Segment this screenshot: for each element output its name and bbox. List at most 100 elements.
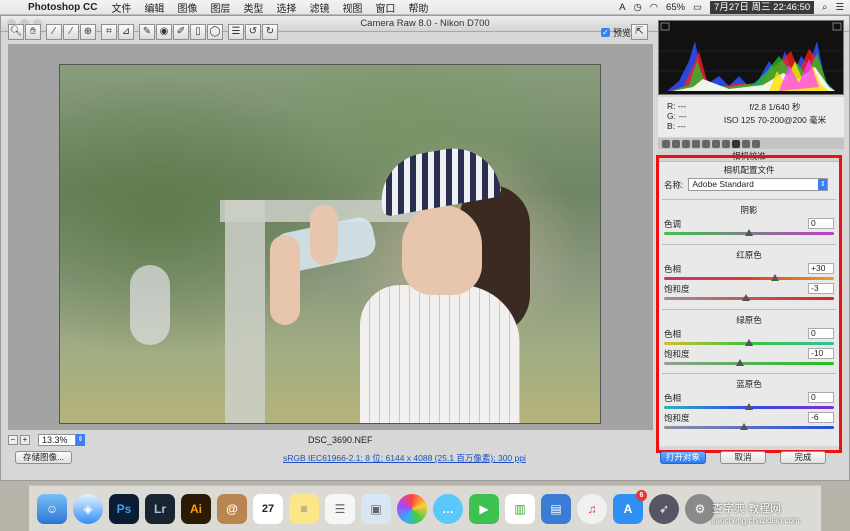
preview-canvas[interactable] bbox=[8, 44, 653, 430]
zoom-tool-icon[interactable]: 🔍︎ bbox=[8, 24, 24, 40]
tab-detail-icon[interactable] bbox=[682, 139, 690, 148]
done-button[interactable]: 完成 bbox=[780, 451, 826, 464]
watermark-line2: jiaocheng.chazidian.com bbox=[712, 516, 800, 525]
zoom-out-button[interactable]: − bbox=[8, 435, 18, 445]
rotate-left-icon[interactable]: ↺ bbox=[245, 24, 261, 40]
red-eye-tool-icon[interactable]: ◉ bbox=[156, 24, 172, 40]
lightroom-icon[interactable]: Lr bbox=[145, 493, 175, 524]
adjustment-brush-icon[interactable]: ✐ bbox=[173, 24, 189, 40]
app-menu[interactable]: Photoshop CC bbox=[28, 2, 97, 13]
menu-extras: A ◷ ◠ 65% ▭ 7月27日 周三 22:46:50 ⌕ ☰ bbox=[619, 0, 844, 15]
aperture-shutter: f/2.8 1/640 秒 bbox=[749, 102, 801, 112]
targeted-adjustment-tool-icon[interactable]: ⊕ bbox=[80, 24, 96, 40]
tab-basic-icon[interactable] bbox=[662, 139, 670, 148]
tab-tone-curve-icon[interactable] bbox=[672, 139, 680, 148]
r-readout: R: --- bbox=[667, 101, 687, 111]
tab-lens-corrections-icon[interactable] bbox=[712, 139, 720, 148]
battery-percent[interactable]: 65% bbox=[666, 2, 685, 13]
menu-filter[interactable]: 滤镜 bbox=[309, 0, 329, 15]
launchpad-icon[interactable]: ➶ bbox=[649, 493, 679, 524]
spotlight-icon[interactable]: ⌕ bbox=[822, 2, 827, 13]
tab-split-toning-icon[interactable] bbox=[702, 139, 710, 148]
zoom-level-field[interactable]: 13.3% bbox=[38, 434, 76, 446]
white-balance-tool-icon[interactable]: ⁄ bbox=[46, 24, 62, 40]
highlight-box bbox=[656, 155, 842, 453]
finder-icon[interactable]: ☺ bbox=[37, 493, 67, 524]
illustrator-icon[interactable]: Ai bbox=[181, 493, 211, 524]
menu-type[interactable]: 类型 bbox=[243, 0, 263, 15]
save-image-button[interactable]: 存储图像... bbox=[15, 451, 72, 464]
wifi-icon[interactable]: ◠ bbox=[650, 2, 658, 13]
app-store-icon[interactable]: A6 bbox=[613, 489, 647, 524]
spot-removal-tool-icon[interactable]: ✎ bbox=[139, 24, 155, 40]
preferences-icon[interactable]: ☰ bbox=[228, 24, 244, 40]
preview-icon[interactable]: ▣ bbox=[361, 493, 391, 524]
menu-select[interactable]: 选择 bbox=[276, 0, 296, 15]
radial-filter-icon[interactable]: ◯ bbox=[207, 24, 223, 40]
exif-readout: f/2.8 1/640 秒 ISO 125 70-200@200 毫米 bbox=[710, 101, 840, 127]
preview-label: 预览 bbox=[613, 28, 632, 38]
tab-snapshots-icon[interactable] bbox=[752, 139, 760, 148]
messages-icon[interactable]: … bbox=[433, 493, 463, 524]
cancel-button[interactable]: 取消 bbox=[720, 451, 766, 464]
facetime-icon[interactable]: ▶ bbox=[469, 493, 499, 524]
rgb-readout: R: --- G: --- B: --- bbox=[667, 101, 687, 131]
notes-icon[interactable]: ≡ bbox=[289, 493, 319, 524]
b-readout: B: --- bbox=[667, 121, 686, 131]
battery-icon[interactable]: ▭ bbox=[693, 2, 702, 13]
reminders-icon[interactable]: ☰ bbox=[325, 493, 355, 524]
calendar-icon[interactable]: 27 bbox=[253, 493, 283, 524]
menu-file[interactable]: 文件 bbox=[111, 0, 131, 15]
window-title: Camera Raw 8.0 - Nikon D700 bbox=[360, 18, 490, 29]
menu-window[interactable]: 窗口 bbox=[375, 0, 395, 15]
zoom-dropdown-icon[interactable]: ⇕ bbox=[76, 434, 85, 446]
menu-edit[interactable]: 编辑 bbox=[144, 0, 164, 15]
open-object-button[interactable]: 打开对象 bbox=[660, 451, 706, 464]
photos-icon[interactable] bbox=[397, 493, 427, 524]
file-name: DSC_3690.NEF bbox=[308, 435, 373, 445]
preview-checkbox-icon[interactable]: ✓ bbox=[601, 28, 610, 37]
menu-view[interactable]: 视图 bbox=[342, 0, 362, 15]
menu-layer[interactable]: 图层 bbox=[210, 0, 230, 15]
numbers-icon[interactable]: ▥ bbox=[505, 493, 535, 524]
adobe-icon[interactable]: A bbox=[619, 2, 625, 13]
menu-image[interactable]: 图像 bbox=[177, 0, 197, 15]
zoom-bar: − + 13.3% ⇕ DSC_3690.NEF bbox=[8, 433, 653, 447]
tab-presets-icon[interactable] bbox=[742, 139, 750, 148]
bottom-bar: 存储图像... sRGB IEC61966-2.1; 8 位; 6144 x 4… bbox=[0, 451, 848, 465]
hand-tool-icon[interactable]: ✋︎ bbox=[25, 24, 41, 40]
notification-center-icon[interactable]: ☰ bbox=[835, 2, 844, 13]
clock[interactable]: 7月27日 周三 22:46:50 bbox=[710, 1, 815, 14]
dock: ☺ ◈ Ps Lr Ai @ 27 ≡ ☰ ▣ … ▶ ▥ ▤ ♫ A6 ➶ ⚙ bbox=[29, 485, 821, 531]
crop-tool-icon[interactable]: ⌗ bbox=[101, 24, 117, 40]
tool-bar: 🔍︎ ✋︎ ⁄ ⁄ ⊕ ⌗ ⊿ ✎ ◉ ✐ ▯ ◯ ☰ ↺ ↻ bbox=[8, 24, 278, 41]
fullscreen-button[interactable]: ⇱ bbox=[631, 24, 648, 40]
watermark: 查字典 教程网 jiaocheng.chazidian.com bbox=[712, 500, 800, 525]
safari-icon[interactable]: ◈ bbox=[73, 493, 103, 524]
menu-bar: Photoshop CC 文件 编辑 图像 图层 类型 选择 滤镜 视图 窗口 … bbox=[0, 0, 850, 15]
itunes-icon[interactable]: ♫ bbox=[577, 493, 607, 524]
zoom-in-button[interactable]: + bbox=[20, 435, 30, 445]
photo-preview bbox=[59, 64, 601, 424]
tab-effects-icon[interactable] bbox=[722, 139, 730, 148]
graduated-filter-icon[interactable]: ▯ bbox=[190, 24, 206, 40]
straighten-tool-icon[interactable]: ⊿ bbox=[118, 24, 134, 40]
rgb-exif-readout: R: --- G: --- B: --- f/2.8 1/640 秒 ISO 1… bbox=[658, 97, 844, 137]
color-sampler-tool-icon[interactable]: ⁄ bbox=[63, 24, 79, 40]
tab-camera-calibration-icon[interactable] bbox=[732, 139, 740, 148]
preview-toggle[interactable]: ✓ 预览 bbox=[601, 26, 631, 39]
keynote-icon[interactable]: ▤ bbox=[541, 493, 571, 524]
contacts-icon[interactable]: @ bbox=[217, 493, 247, 524]
tab-hsl-icon[interactable] bbox=[692, 139, 700, 148]
system-preferences-icon[interactable]: ⚙ bbox=[685, 493, 715, 524]
menu-help[interactable]: 帮助 bbox=[408, 0, 428, 15]
panel-tabs bbox=[658, 138, 844, 149]
histogram bbox=[658, 20, 844, 95]
workflow-options-link[interactable]: sRGB IEC61966-2.1; 8 位; 6144 x 4088 (25.… bbox=[283, 452, 526, 464]
fullscreen-icon: ⇱ bbox=[635, 26, 644, 37]
time-machine-icon[interactable]: ◷ bbox=[633, 2, 641, 13]
highlight-clipping-icon[interactable] bbox=[832, 22, 842, 31]
shadow-clipping-icon[interactable] bbox=[660, 22, 670, 31]
photoshop-icon[interactable]: Ps bbox=[109, 493, 139, 524]
rotate-right-icon[interactable]: ↻ bbox=[262, 24, 278, 40]
